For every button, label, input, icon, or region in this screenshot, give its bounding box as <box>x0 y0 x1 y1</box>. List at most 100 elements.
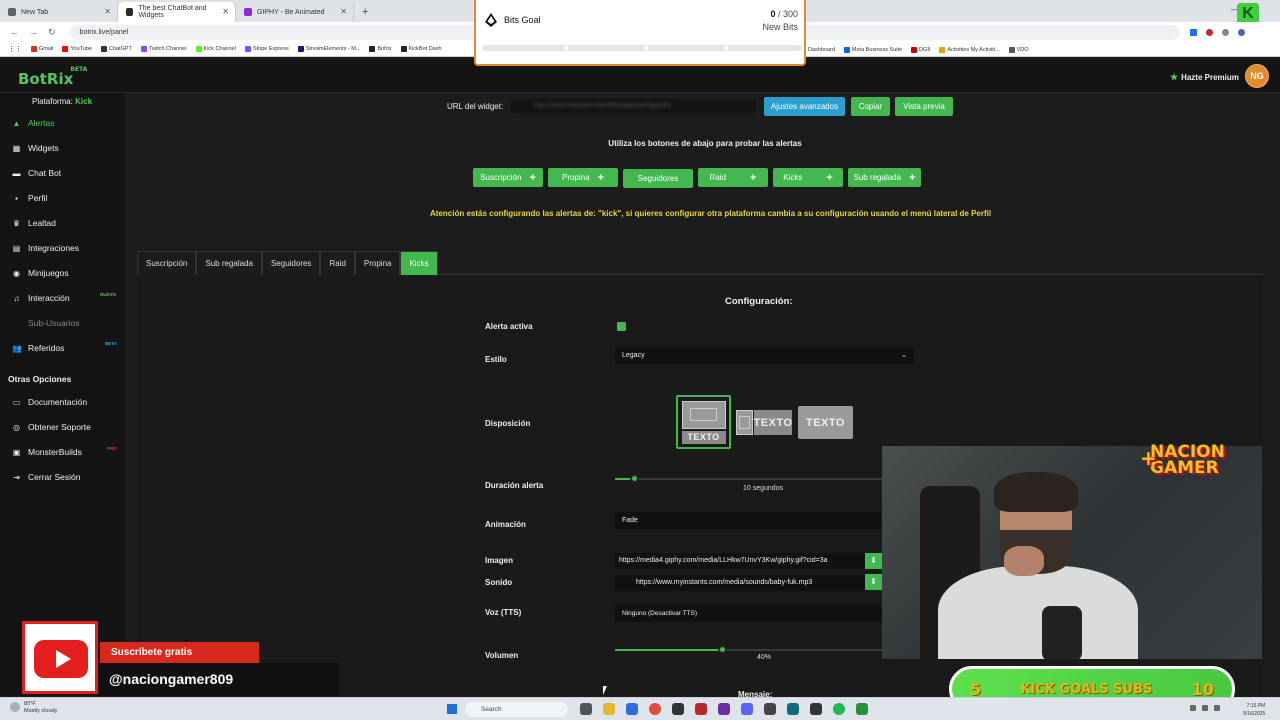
bookmark-item[interactable]: Stripe Express <box>244 46 289 52</box>
sidebar-item-documentacion[interactable]: ▭ Documentación <box>12 397 87 407</box>
apps-icon[interactable]: ⋮⋮ <box>8 45 22 53</box>
bookmark-item[interactable]: Dashboard <box>808 47 835 53</box>
alerta-activa-checkbox[interactable] <box>617 322 626 331</box>
sidebar-item-lealtad[interactable]: ♛ Lealtad <box>12 218 56 228</box>
premium-link[interactable]: ★ Hazte Premium <box>1170 72 1239 83</box>
test-raid-button[interactable]: Raid + <box>698 168 768 187</box>
app-icon[interactable] <box>695 703 707 715</box>
app-icon[interactable] <box>856 703 868 715</box>
tab-propina[interactable]: Propina <box>354 251 401 275</box>
reload-icon[interactable]: ↻ <box>48 27 56 38</box>
duracion-slider-handle[interactable] <box>629 474 639 483</box>
tab-suscripcion[interactable]: Suscripción <box>137 251 197 275</box>
chrome-icon[interactable] <box>649 703 661 715</box>
sidebar-item-integraciones[interactable]: ▤ Integraciones <box>12 243 79 253</box>
volumen-slider-handle[interactable] <box>717 645 727 654</box>
bookmark-item[interactable]: Activities My Activiti... <box>939 46 1000 53</box>
forward-icon[interactable]: → <box>29 27 38 37</box>
close-tab-icon[interactable]: ✕ <box>340 7 347 16</box>
bookmark-item[interactable]: Botrix <box>369 46 392 52</box>
back-icon[interactable]: ← <box>10 27 19 37</box>
bookmark-item[interactable]: VDO <box>1008 46 1029 53</box>
sidebar-item-referidos[interactable]: 👥 Referidos <box>12 343 64 353</box>
app-icon[interactable] <box>718 703 730 715</box>
extensions-icon[interactable] <box>1221 28 1229 36</box>
browser-tab-new-tab[interactable]: New Tab ✕ <box>0 2 118 22</box>
bookmark-item[interactable]: Meta Business Suite <box>843 46 902 53</box>
bookmark-star-icon[interactable] <box>1189 28 1197 36</box>
spotify-icon[interactable] <box>833 703 845 715</box>
bookmark-item[interactable]: Kick Channel <box>195 46 236 52</box>
sidebar-item-monsterbuilds[interactable]: ▣ MonsterBuilds <box>12 447 82 457</box>
bookmark-item[interactable]: Twitch Channel <box>140 46 187 52</box>
test-propina-button[interactable]: Propina + <box>548 168 618 187</box>
sonido-input[interactable]: https://www.myinstants.com/media/sounds/… <box>615 575 867 591</box>
discord-icon[interactable] <box>741 703 753 715</box>
layout-option-stacked[interactable]: TEXTO <box>676 395 731 449</box>
sidebar-item-cerrar-sesion[interactable]: ⇥ Cerrar Sesión <box>12 472 80 482</box>
test-kicks-button[interactable]: Kicks + <box>773 168 843 187</box>
widget-url-field[interactable]: https://botrix.live/alerts?bid=4f9k2gaBx… <box>509 97 758 115</box>
advanced-settings-button[interactable]: Ajustes avanzados <box>764 97 845 116</box>
bookmark-item[interactable]: YouTube <box>62 46 92 52</box>
app-icon[interactable] <box>810 703 822 715</box>
botrix-logo[interactable]: BotRix BETA <box>18 66 87 88</box>
preview-button[interactable]: Vista previa <box>895 97 953 116</box>
bookmark-item[interactable]: KickBot Dash <box>400 46 442 52</box>
close-tab-icon[interactable]: ✕ <box>104 7 111 16</box>
voz-select[interactable]: Ninguno (Desactivar TTS) <box>615 605 882 622</box>
app-icon[interactable] <box>764 703 776 715</box>
sidebar-item-perfil[interactable]: ▪ Perfil <box>12 193 47 203</box>
weather-widget[interactable]: 80°F Mostly cloudy <box>10 701 57 715</box>
extension-red-icon[interactable] <box>1205 28 1213 36</box>
test-sub-regalada-button[interactable]: Sub regalada + <box>848 168 921 187</box>
animacion-select[interactable]: Fade <box>615 512 882 529</box>
tray-chevron-icon[interactable] <box>1190 705 1196 711</box>
bookmark-item[interactable]: Gmail <box>31 46 53 52</box>
new-tab-button[interactable]: + <box>354 2 376 22</box>
browser-tab-giphy[interactable]: GIPHY - Be Animated ✕ <box>236 2 354 22</box>
app-icon[interactable] <box>672 703 684 715</box>
task-view-icon[interactable] <box>580 703 592 715</box>
sidebar-item-sub-usuarios[interactable]: Sub-Usuarios <box>12 318 80 328</box>
sidebar-item-alertas[interactable]: ▲ Alertas <box>12 118 55 128</box>
taskbar-clock[interactable]: 7:15 PM 9/16/2025 <box>1243 702 1265 718</box>
browser-tab-botrix[interactable]: The best ChatBot and Widgets ✕ <box>118 2 236 22</box>
tab-kicks[interactable]: Kicks <box>400 251 438 275</box>
wifi-icon[interactable] <box>1202 705 1208 711</box>
volume-icon[interactable] <box>1214 705 1220 711</box>
sidebar-item-chat-bot[interactable]: ▬ Chat Bot <box>12 168 62 178</box>
sidebar-item-minijuegos[interactable]: ◉ Minijuegos <box>12 268 69 278</box>
duracion-slider[interactable] <box>615 474 882 483</box>
volumen-slider[interactable] <box>615 645 882 654</box>
bookmark-item[interactable]: DGII <box>911 46 930 53</box>
goal-marker <box>564 46 568 50</box>
volumen-value: 40% <box>757 654 772 661</box>
layout-option-overlay[interactable]: TEXTO <box>798 406 853 439</box>
sidebar-item-interaccion[interactable]: ♫ Interacción <box>12 293 70 303</box>
imagen-input[interactable]: https://media4.giphy.com/media/LLHkw7Unv… <box>615 553 867 569</box>
bookmark-item[interactable]: ChatGPT <box>101 46 132 52</box>
user-avatar[interactable]: NG <box>1245 64 1269 88</box>
tab-raid[interactable]: Raid <box>320 251 355 275</box>
copy-button[interactable]: Copiar <box>851 97 890 116</box>
taskbar-search[interactable]: Search <box>465 702 568 717</box>
windows-start-icon[interactable] <box>447 704 457 714</box>
file-explorer-icon[interactable] <box>603 703 615 715</box>
close-tab-icon[interactable]: ✕ <box>222 7 229 16</box>
layout-option-side[interactable]: TEXTO <box>736 409 792 436</box>
volumen-slider-fill <box>615 649 722 651</box>
imagen-upload-icon[interactable]: ⬇ <box>865 553 882 569</box>
bookmark-item[interactable]: StreamElements - M... <box>297 46 360 52</box>
app-icon[interactable] <box>787 703 799 715</box>
sonido-upload-icon[interactable]: ⬇ <box>865 574 882 590</box>
kick-icon <box>195 46 202 52</box>
store-icon[interactable] <box>626 703 638 715</box>
estilo-select[interactable]: Legacy ⌄ <box>615 347 914 364</box>
tab-sub-regalada[interactable]: Sub regalada <box>196 251 262 275</box>
test-suscripcion-button[interactable]: Suscripción + <box>473 168 543 187</box>
tab-seguidores[interactable]: Seguidores <box>261 251 321 275</box>
profile-avatar-icon[interactable] <box>1237 28 1245 36</box>
test-seguidores-button[interactable]: Seguidores <box>623 169 693 188</box>
sidebar-item-soporte[interactable]: ◎ Obtener Soporte <box>12 422 91 432</box>
